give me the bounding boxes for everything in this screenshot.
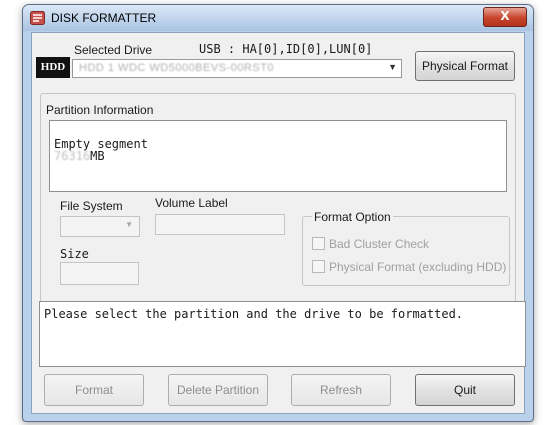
file-system-label: File System <box>60 199 123 213</box>
drive-select[interactable]: HDD 1 WDC WD5000BEVS-00RST0 ▼ <box>72 59 402 78</box>
partition-size-value: 76316 <box>54 149 91 163</box>
physical-format-checkbox[interactable] <box>312 260 325 273</box>
partition-information-label: Partition Information <box>44 103 156 117</box>
hdd-badge: HDD <box>36 57 70 78</box>
chevron-down-icon: ▼ <box>125 220 133 229</box>
volume-label-label: Volume Label <box>155 196 228 210</box>
size-label: Size <box>60 247 89 261</box>
file-system-combo[interactable]: ▼ <box>60 216 140 237</box>
app-icon <box>30 11 45 25</box>
delete-partition-button[interactable]: Delete Partition <box>168 374 268 406</box>
window-title: DISK FORMATTER <box>51 11 157 25</box>
quit-button[interactable]: Quit <box>415 374 515 406</box>
bad-cluster-check-option[interactable]: Bad Cluster Check <box>312 237 429 251</box>
physical-format-option-label: Physical Format (excluding HDD) <box>329 260 507 274</box>
partition-size-text: 76316MB <box>54 150 105 162</box>
disk-formatter-window: DISK FORMATTER X HDD Selected Drive USB … <box>22 4 534 422</box>
bad-cluster-checkbox[interactable] <box>312 237 325 250</box>
drive-id-text: USB : HA[0],ID[0],LUN[0] <box>199 42 373 56</box>
bad-cluster-check-label: Bad Cluster Check <box>329 237 430 251</box>
chevron-down-icon: ▼ <box>388 62 397 72</box>
volume-label-input[interactable] <box>155 214 285 235</box>
title-bar[interactable]: DISK FORMATTER X <box>23 5 533 31</box>
drive-select-value: HDD 1 WDC WD5000BEVS-00RST0 <box>79 62 275 74</box>
physical-format-option[interactable]: Physical Format (excluding HDD) <box>312 260 506 274</box>
partition-size-unit: MB <box>90 149 105 163</box>
selected-drive-label: Selected Drive <box>74 43 153 57</box>
format-button[interactable]: Format <box>44 374 144 406</box>
partition-info-box: Empty segment 76316MB <box>49 120 507 192</box>
size-input[interactable] <box>60 262 139 285</box>
status-message: Please select the partition and the driv… <box>44 307 464 321</box>
format-option-group <box>302 216 510 286</box>
client-area: HDD Selected Drive USB : HA[0],ID[0],LUN… <box>31 32 526 414</box>
format-option-label: Format Option <box>312 210 393 224</box>
refresh-button[interactable]: Refresh <box>291 374 391 406</box>
close-button[interactable]: X <box>483 7 527 27</box>
status-message-box: Please select the partition and the driv… <box>39 301 526 367</box>
physical-format-button[interactable]: Physical Format <box>415 51 515 81</box>
